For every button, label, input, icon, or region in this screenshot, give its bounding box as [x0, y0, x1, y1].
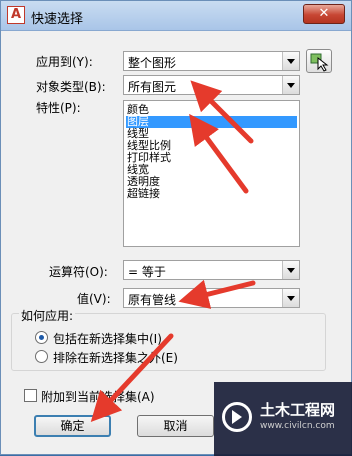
- watermark: 土木工程网 www.civilcn.com: [214, 382, 352, 456]
- watermark-name: 土木工程网: [260, 401, 336, 419]
- annotation-arrow: [190, 80, 254, 144]
- annotation-arrow: [178, 279, 256, 309]
- quick-select-dialog: A 快速选择 ✕ 应用到(Y): 整个图形 对象类型(B): 所有图元 特性(P…: [0, 0, 352, 456]
- play-logo-icon: [222, 402, 252, 432]
- annotation-arrow: [90, 333, 174, 422]
- annotation-arrow: [189, 113, 249, 194]
- watermark-url: www.civilcn.com: [260, 421, 335, 431]
